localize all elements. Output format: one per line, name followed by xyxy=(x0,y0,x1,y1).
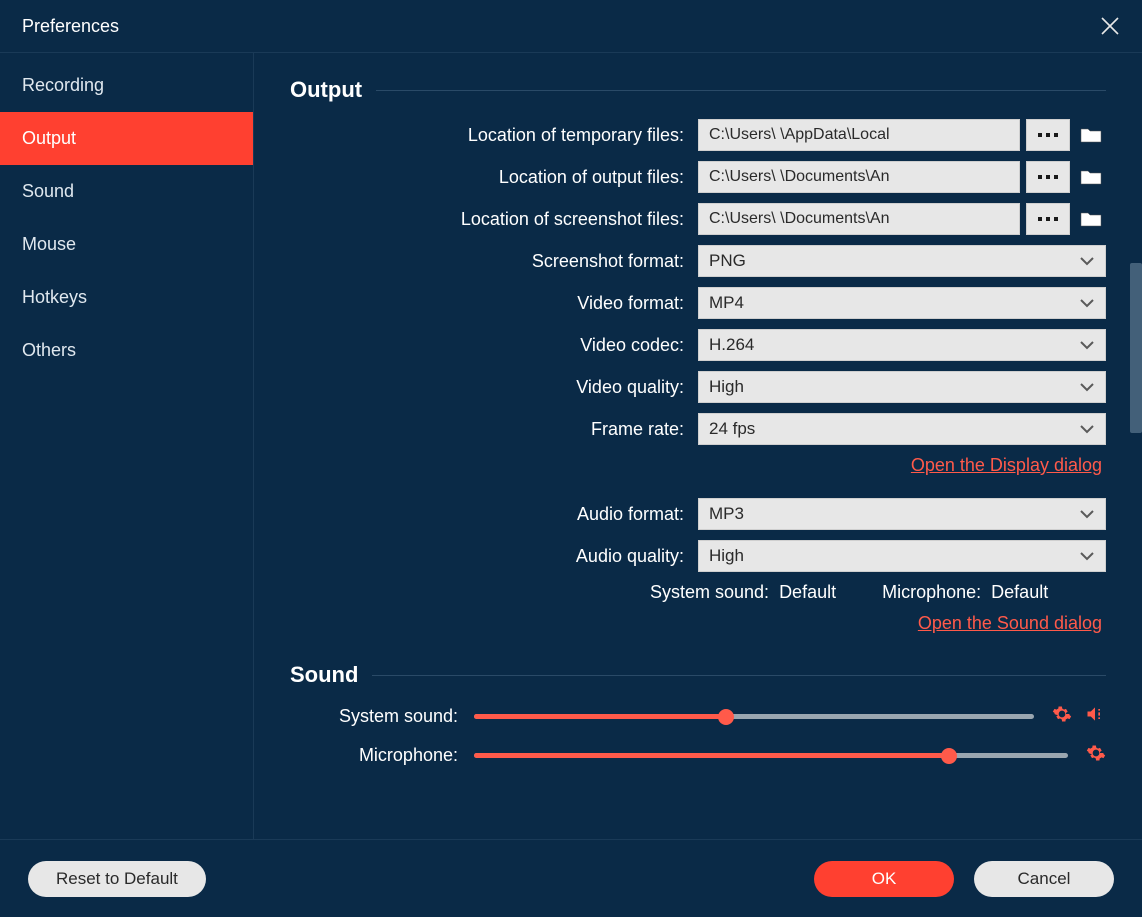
temp-files-open-folder-button[interactable] xyxy=(1076,119,1106,151)
video-format-label: Video format: xyxy=(290,293,698,314)
output-files-browse-button[interactable] xyxy=(1026,161,1070,193)
video-format-select[interactable]: MP4 xyxy=(698,287,1106,319)
microphone-device-value: Default xyxy=(991,582,1048,603)
audio-format-value: MP3 xyxy=(709,504,744,524)
temp-files-label: Location of temporary files: xyxy=(290,125,698,146)
microphone-slider-label: Microphone: xyxy=(290,745,474,766)
system-sound-device-label: System sound: xyxy=(650,582,769,603)
gear-icon xyxy=(1052,704,1072,724)
frame-rate-value: 24 fps xyxy=(709,419,755,439)
microphone-slider[interactable] xyxy=(474,753,1068,758)
screenshot-files-label: Location of screenshot files: xyxy=(290,209,698,230)
system-sound-settings-button[interactable] xyxy=(1052,704,1072,729)
folder-icon xyxy=(1080,168,1102,186)
scrollbar-thumb[interactable] xyxy=(1130,263,1142,433)
screenshot-files-input[interactable]: C:\Users\ \Documents\An xyxy=(698,203,1020,235)
output-files-input[interactable]: C:\Users\ \Documents\An xyxy=(698,161,1020,193)
close-icon xyxy=(1099,15,1121,37)
sidebar-item-mouse[interactable]: Mouse xyxy=(0,218,253,271)
audio-format-select[interactable]: MP3 xyxy=(698,498,1106,530)
sidebar-item-output[interactable]: Output xyxy=(0,112,253,165)
open-sound-dialog-link[interactable]: Open the Sound dialog xyxy=(918,613,1102,633)
sidebar-item-recording[interactable]: Recording xyxy=(0,59,253,112)
audio-quality-label: Audio quality: xyxy=(290,546,698,567)
section-divider xyxy=(372,675,1106,676)
microphone-slider-thumb[interactable] xyxy=(941,748,957,764)
speaker-icon xyxy=(1084,704,1106,724)
microphone-settings-button[interactable] xyxy=(1086,743,1106,768)
chevron-down-icon xyxy=(1079,256,1095,266)
video-format-value: MP4 xyxy=(709,293,744,313)
ok-button[interactable]: OK xyxy=(814,861,954,897)
chevron-down-icon xyxy=(1079,340,1095,350)
system-sound-slider-label: System sound: xyxy=(290,706,474,727)
system-sound-slider[interactable] xyxy=(474,714,1034,719)
ellipsis-icon xyxy=(1038,175,1058,179)
screenshot-format-value: PNG xyxy=(709,251,746,271)
window-title: Preferences xyxy=(22,16,119,37)
folder-icon xyxy=(1080,126,1102,144)
gear-icon xyxy=(1086,743,1106,763)
cancel-button[interactable]: Cancel xyxy=(974,861,1114,897)
chevron-down-icon xyxy=(1079,424,1095,434)
temp-files-browse-button[interactable] xyxy=(1026,119,1070,151)
frame-rate-select[interactable]: 24 fps xyxy=(698,413,1106,445)
temp-files-input[interactable]: C:\Users\ \AppData\Local xyxy=(698,119,1020,151)
ellipsis-icon xyxy=(1038,133,1058,137)
audio-quality-value: High xyxy=(709,546,744,566)
output-heading: Output xyxy=(290,77,362,103)
sidebar: Recording Output Sound Mouse Hotkeys Oth… xyxy=(0,53,254,839)
video-codec-value: H.264 xyxy=(709,335,754,355)
video-codec-label: Video codec: xyxy=(290,335,698,356)
audio-quality-select[interactable]: High xyxy=(698,540,1106,572)
chevron-down-icon xyxy=(1079,382,1095,392)
reset-to-default-button[interactable]: Reset to Default xyxy=(28,861,206,897)
audio-format-label: Audio format: xyxy=(290,504,698,525)
sidebar-item-others[interactable]: Others xyxy=(0,324,253,377)
chevron-down-icon xyxy=(1079,509,1095,519)
output-files-label: Location of output files: xyxy=(290,167,698,188)
screenshot-files-open-folder-button[interactable] xyxy=(1076,203,1106,235)
ellipsis-icon xyxy=(1038,217,1058,221)
video-quality-value: High xyxy=(709,377,744,397)
close-button[interactable] xyxy=(1096,12,1124,40)
sidebar-item-hotkeys[interactable]: Hotkeys xyxy=(0,271,253,324)
frame-rate-label: Frame rate: xyxy=(290,419,698,440)
system-sound-slider-thumb[interactable] xyxy=(718,709,734,725)
screenshot-format-select[interactable]: PNG xyxy=(698,245,1106,277)
screenshot-files-browse-button[interactable] xyxy=(1026,203,1070,235)
video-quality-label: Video quality: xyxy=(290,377,698,398)
screenshot-format-label: Screenshot format: xyxy=(290,251,698,272)
folder-icon xyxy=(1080,210,1102,228)
video-quality-select[interactable]: High xyxy=(698,371,1106,403)
system-sound-device-value: Default xyxy=(779,582,836,603)
chevron-down-icon xyxy=(1079,298,1095,308)
video-codec-select[interactable]: H.264 xyxy=(698,329,1106,361)
sidebar-item-sound[interactable]: Sound xyxy=(0,165,253,218)
output-files-open-folder-button[interactable] xyxy=(1076,161,1106,193)
sound-heading: Sound xyxy=(290,662,358,688)
chevron-down-icon xyxy=(1079,551,1095,561)
section-divider xyxy=(376,90,1106,91)
microphone-device-label: Microphone: xyxy=(882,582,981,603)
open-display-dialog-link[interactable]: Open the Display dialog xyxy=(911,455,1102,475)
system-sound-speaker-button[interactable] xyxy=(1084,704,1106,729)
content-pane: Output Location of temporary files: C:\U… xyxy=(254,53,1142,839)
